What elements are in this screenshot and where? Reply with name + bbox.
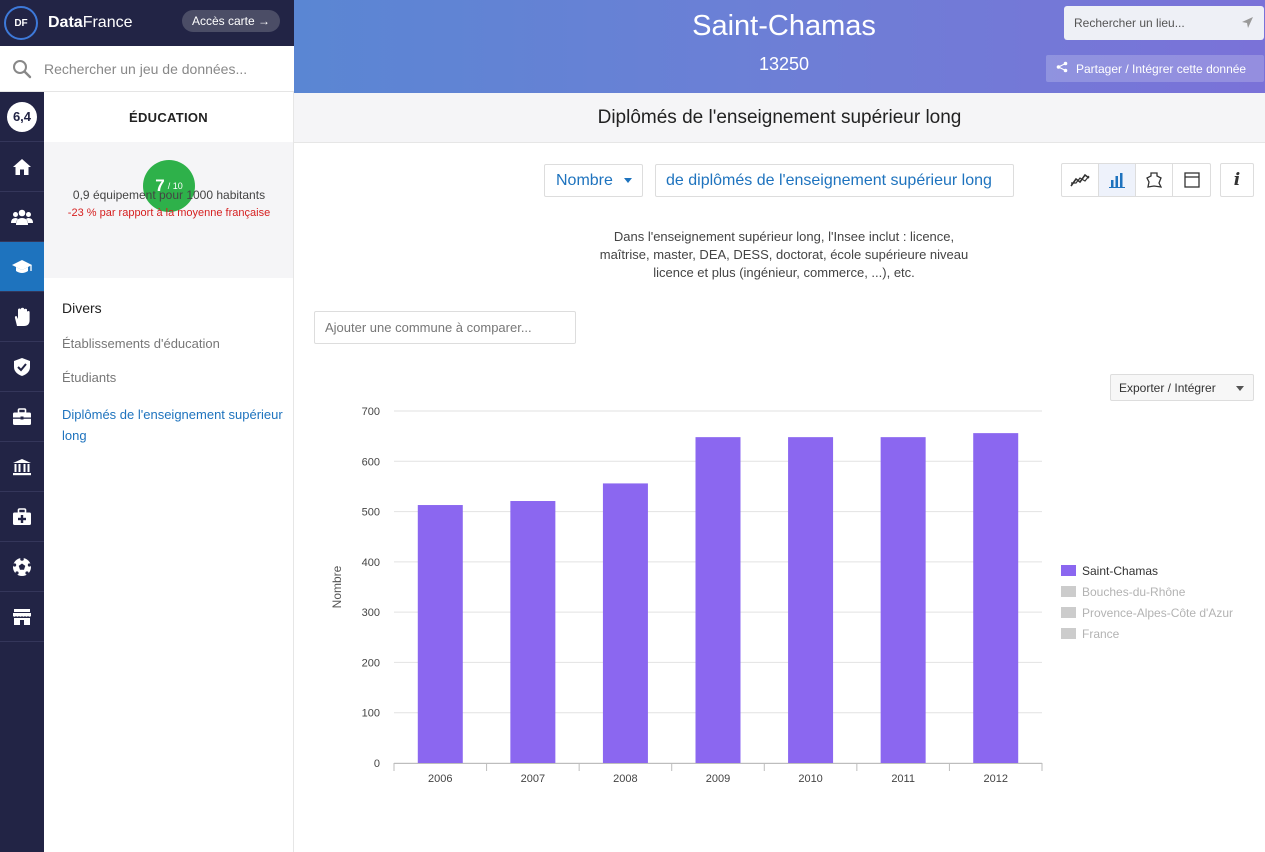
home-icon[interactable]	[0, 142, 44, 192]
search-icon[interactable]	[0, 46, 44, 92]
y-tick-label: 0	[374, 758, 380, 770]
list-group-divers: Divers	[62, 300, 102, 316]
x-tick-label: 2011	[891, 773, 915, 785]
legend-item[interactable]: Saint-Chamas	[1061, 560, 1233, 581]
indicator-select[interactable]: de diplômés de l'enseignement supérieur …	[655, 164, 1014, 197]
y-axis-label: Nombre	[330, 565, 344, 608]
brand-bar: DF DataFrance Accès carte →	[0, 0, 294, 46]
legend-item[interactable]: France	[1061, 623, 1233, 644]
share-icon	[1056, 61, 1068, 76]
map-icon[interactable]	[1136, 164, 1173, 196]
y-tick-label: 100	[362, 708, 380, 720]
hand-icon[interactable]	[0, 292, 44, 342]
list-item[interactable]: Étudiants	[62, 370, 293, 386]
bar-chart-icon[interactable]	[1099, 164, 1136, 196]
category-score-box: 7 / 10 0,9 équipement pour 1000 habitant…	[44, 142, 293, 278]
brand-name-bold: Data	[48, 14, 83, 31]
legend-label: Saint-Chamas	[1082, 563, 1159, 578]
equipment-stat: 0,9 équipement pour 1000 habitants	[72, 188, 266, 202]
overall-score-badge: 6,4	[7, 101, 37, 132]
legend-swatch	[1061, 586, 1076, 597]
legend-item[interactable]: Bouches-du-Rhône	[1061, 581, 1233, 602]
y-tick-label: 500	[362, 507, 380, 519]
info-button[interactable]: i	[1220, 163, 1254, 197]
category-score-badge: 7 / 10	[143, 160, 195, 212]
x-tick-label: 2008	[613, 773, 637, 785]
dataset-search-bar	[0, 46, 294, 92]
x-tick-label: 2007	[521, 773, 545, 785]
caret-down-icon	[624, 178, 632, 183]
export-embed-button[interactable]: Exporter / Intégrer	[1110, 374, 1254, 401]
bar[interactable]	[602, 483, 648, 763]
security-icon[interactable]	[0, 342, 44, 392]
dataset-description: Dans l'enseignement supérieur long, l'In…	[599, 229, 969, 280]
y-tick-label: 300	[362, 607, 380, 619]
export-label: Exporter / Intégrer	[1119, 380, 1216, 395]
sports-icon[interactable]	[0, 542, 44, 592]
bar[interactable]	[880, 437, 926, 763]
brand-name-rest: France	[82, 14, 133, 31]
legend-item[interactable]: Provence-Alpes-Côte d'Azur	[1061, 602, 1233, 623]
population-icon[interactable]	[0, 192, 44, 242]
share-label: Partager / Intégrer cette donnée	[1076, 61, 1247, 76]
bar[interactable]	[788, 437, 834, 763]
brand-name[interactable]: DataFrance	[48, 14, 132, 32]
dataset-search-input[interactable]	[44, 60, 284, 77]
caret-down-icon	[1236, 386, 1244, 391]
bar-chart: 0 100 200 300 400 500 600 700 2006 2007 2008 2009 20…	[330, 406, 1043, 785]
dataset-list: Divers Établissements d'éducation Étudia…	[44, 278, 293, 446]
legend-swatch	[1061, 565, 1076, 576]
x-tick-label: 2009	[706, 773, 730, 785]
category-panel: ÉDUCATION 7 / 10 0,9 équipement pour 100…	[44, 92, 294, 852]
health-icon[interactable]	[0, 492, 44, 542]
logo-icon[interactable]: DF	[4, 6, 38, 40]
y-tick-label: 600	[362, 456, 380, 468]
y-tick-label: 200	[362, 657, 380, 669]
institutions-icon[interactable]	[0, 442, 44, 492]
y-tick-label: 400	[362, 557, 380, 569]
employment-icon[interactable]	[0, 392, 44, 442]
measure-select-value: Nombre	[556, 171, 613, 189]
legend-label: Provence-Alpes-Côte d'Azur	[1082, 605, 1234, 620]
map-access-button[interactable]: Accès carte →	[181, 10, 280, 32]
place-search-input[interactable]: Rechercher un lieu...	[1064, 6, 1264, 40]
category-rail: 6,4	[0, 92, 44, 852]
table-icon[interactable]	[1173, 164, 1210, 196]
dataset-title: Diplômés de l'enseignement supérieur lon…	[294, 93, 1265, 143]
location-arrow-icon[interactable]	[1241, 16, 1254, 32]
national-comparison: -23 % par rapport à la moyenne française	[67, 207, 271, 219]
header-banner: Saint-Chamas 13250 Rechercher un lieu...…	[294, 0, 1265, 93]
rail-score[interactable]: 6,4	[0, 92, 44, 142]
legend-swatch	[1061, 628, 1076, 639]
education-icon[interactable]	[0, 242, 44, 292]
bar[interactable]	[973, 433, 1019, 763]
y-tick-label: 700	[362, 406, 380, 418]
bar[interactable]	[695, 437, 741, 763]
x-tick-label: 2006	[428, 773, 452, 785]
bar[interactable]	[510, 501, 556, 763]
view-switcher	[1061, 163, 1211, 197]
measure-select[interactable]: Nombre	[544, 164, 643, 197]
bar[interactable]	[417, 505, 463, 763]
legend-swatch	[1061, 607, 1076, 618]
legend-label: Bouches-du-Rhône	[1082, 584, 1186, 599]
category-title: ÉDUCATION	[128, 109, 208, 125]
list-item[interactable]: Établissements d'éducation	[62, 336, 293, 352]
chart-legend: Saint-Chamas Bouches-du-Rhône Provence-Alp…	[1061, 560, 1233, 644]
shops-icon[interactable]	[0, 592, 44, 642]
legend-label: France	[1082, 626, 1120, 641]
line-chart-icon[interactable]	[1062, 164, 1099, 196]
x-tick-label: 2012	[983, 773, 1007, 785]
compare-commune-input[interactable]	[314, 311, 576, 344]
list-item-active[interactable]: Diplômés de l'enseignement supérieur lon…	[62, 404, 293, 446]
share-embed-button[interactable]: Partager / Intégrer cette donnée	[1046, 55, 1264, 82]
place-search-placeholder: Rechercher un lieu...	[1074, 16, 1185, 30]
x-tick-label: 2010	[798, 773, 822, 785]
